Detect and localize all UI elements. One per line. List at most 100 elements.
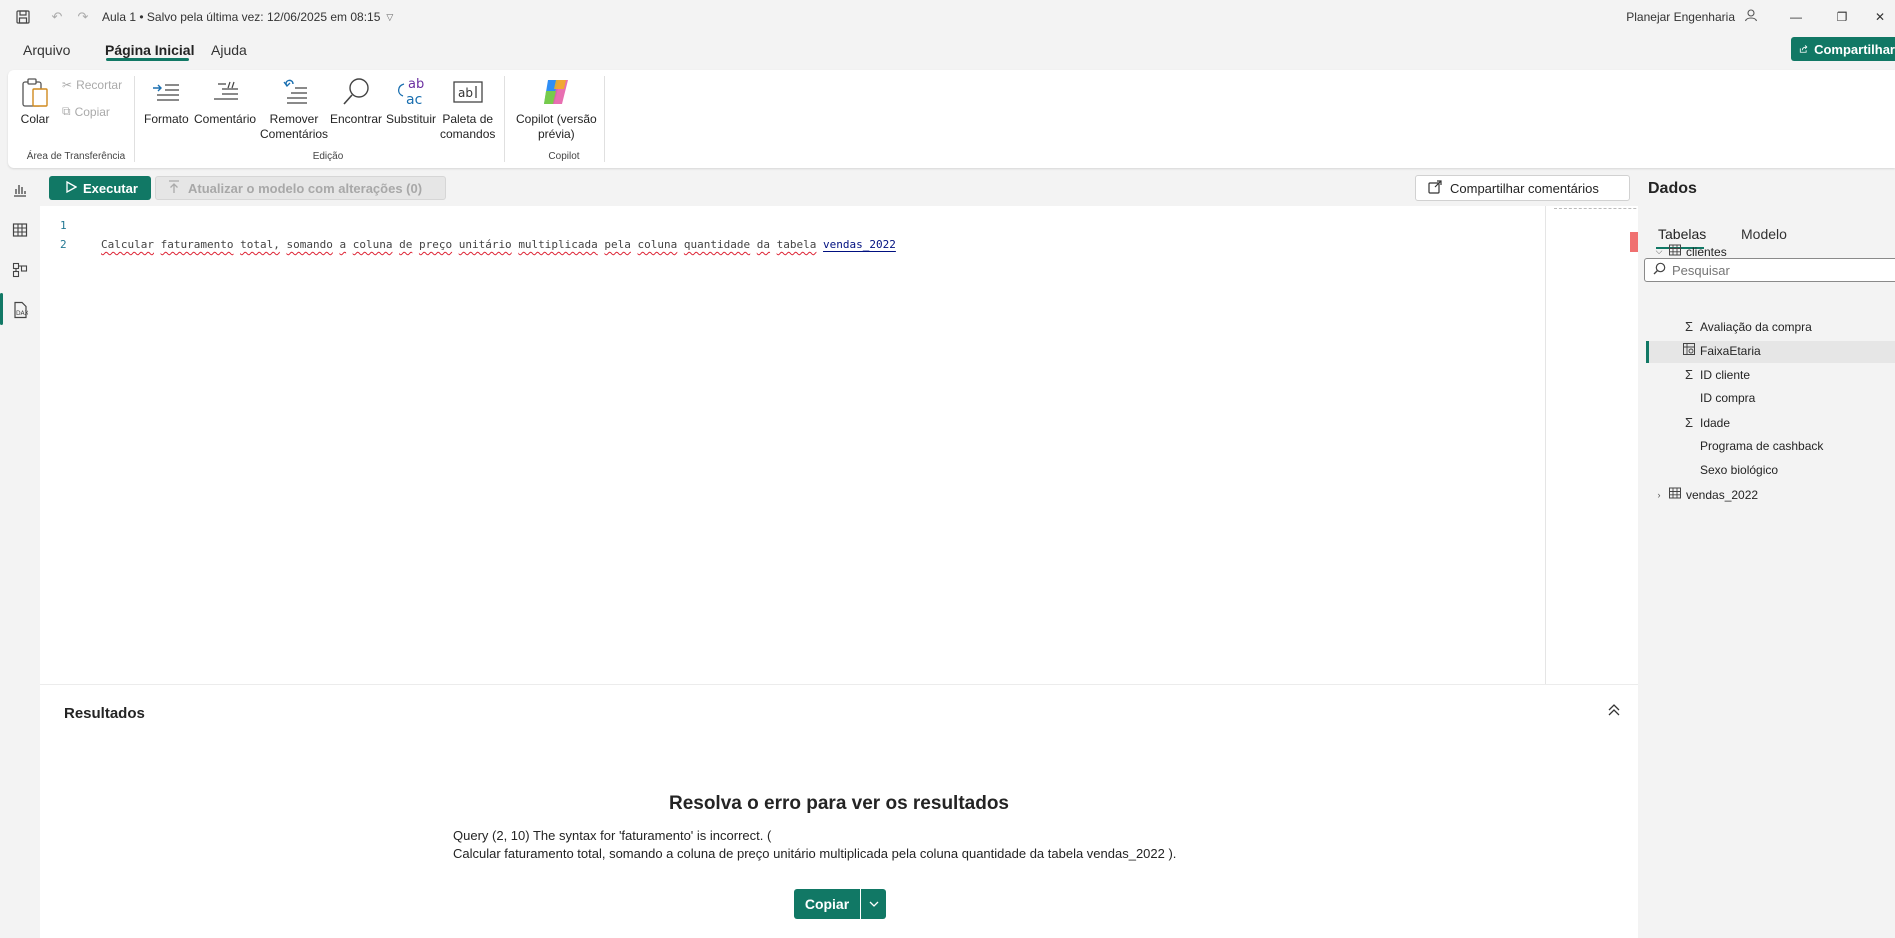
find-label: Encontrar (330, 112, 383, 126)
chevron-down-icon[interactable]: ▽ (386, 12, 393, 23)
active-tab-indicator (106, 58, 189, 61)
tree-table-vendas-2022[interactable]: › vendas_2022 (1654, 487, 1758, 502)
active-view-indicator (0, 293, 3, 325)
svg-text:DAX: DAX (16, 310, 28, 317)
ribbon-divider (604, 76, 605, 162)
tree-label: Sexo biológico (1700, 463, 1779, 477)
copy-button[interactable]: Copiar (794, 889, 860, 919)
command-palette-label: Paleta de (442, 112, 494, 126)
code-token: preço (418, 238, 453, 251)
code-token: tabela (776, 238, 817, 251)
report-view-icon[interactable] (10, 180, 30, 200)
update-model-button[interactable]: Atualizar o modelo com alterações (0) (155, 176, 446, 200)
dax-query-view-icon[interactable]: DAX (10, 300, 30, 320)
run-button[interactable]: Executar (49, 176, 151, 200)
copilot-group-label: Copilot (548, 151, 580, 162)
code-token: quantidade (683, 238, 751, 251)
undo-icon[interactable]: ↶ (48, 8, 66, 26)
tree-field-sexo[interactable]: Sexo biológico (1700, 463, 1778, 477)
comment-icon (208, 76, 242, 108)
copilot-button[interactable]: Copilot (versão prévia) (516, 76, 597, 142)
svg-text:ac: ac (406, 92, 422, 108)
search-input[interactable]: Pesquisar (1644, 258, 1895, 282)
tree-label: ID cliente (1700, 367, 1751, 382)
code-token: multiplicada (518, 238, 598, 251)
remove-comments-icon (277, 76, 311, 108)
error-scroll-marker (1630, 232, 1638, 252)
tree-table-clientes-row[interactable]: ⌵ clientes (1654, 244, 1727, 259)
save-icon[interactable] (14, 8, 32, 26)
code-line[interactable]: Calcular faturamento total, somando a co… (101, 238, 896, 251)
chevron-down-icon[interactable] (860, 889, 886, 919)
remove-comments-button[interactable]: Remover Comentários (260, 76, 328, 142)
tree-field-cashback[interactable]: Programa de cashback (1700, 439, 1823, 453)
run-label: Executar (83, 180, 138, 196)
restore-icon[interactable]: ❐ (1819, 0, 1865, 34)
paste-button[interactable]: Colar (18, 76, 52, 127)
line-number: 2 (60, 238, 67, 251)
comment-button[interactable]: Comentário (194, 76, 256, 127)
copilot-label-2: prévia) (538, 127, 575, 141)
ribbon-divider (134, 76, 135, 162)
tab-modelo[interactable]: Modelo (1741, 226, 1787, 242)
user-avatar-icon[interactable] (1743, 7, 1759, 28)
copilot-icon (539, 76, 573, 108)
find-button[interactable]: Encontrar (330, 76, 382, 127)
editor-toolbar: Executar Atualizar o modelo com alteraçõ… (40, 172, 1638, 202)
tree-field-avaliacao[interactable]: Σ Avaliação da compra (1683, 319, 1812, 334)
collapse-icon[interactable] (1607, 703, 1621, 722)
play-icon (65, 180, 78, 196)
table-view-icon[interactable] (10, 220, 30, 240)
error-line: Calcular faturamento total, somando a co… (453, 846, 1177, 861)
copy-label: Copiar (74, 104, 110, 119)
tab-arquivo[interactable]: Arquivo (23, 42, 70, 58)
replace-icon: ab ac (394, 76, 428, 108)
cut-button[interactable]: ✂ Recortar (62, 78, 122, 92)
tree-field-faixaetaria[interactable]: FaixaEtaria (1683, 343, 1761, 358)
code-token: somando (286, 238, 333, 251)
table-icon (1669, 244, 1681, 259)
replace-button[interactable]: ab ac Substituir (386, 76, 436, 127)
redo-icon[interactable]: ↷ (74, 8, 92, 26)
tab-pagina-inicial[interactable]: Página Inicial (105, 42, 194, 58)
chevron-down-icon[interactable]: ⌵ (1654, 246, 1664, 257)
error-title: Resolva o erro para ver os resultados (668, 793, 1010, 814)
code-token: Calcular (101, 238, 154, 251)
tab-tabelas[interactable]: Tabelas (1658, 226, 1706, 242)
model-view-icon[interactable] (10, 260, 30, 280)
replace-label: Substituir (386, 112, 437, 126)
sigma-icon: Σ (1684, 367, 1694, 382)
code-token: da (756, 238, 771, 251)
paste-label: Colar (20, 112, 50, 126)
update-model-label: Atualizar o modelo com alterações (0) (188, 180, 423, 196)
tree-field-id-cliente[interactable]: Σ ID cliente (1683, 367, 1750, 382)
format-button[interactable]: Formato (144, 76, 189, 127)
tree-field-idade[interactable]: Σ Idade (1683, 415, 1730, 430)
tree-label: ID compra (1700, 391, 1756, 405)
data-pane-title: Dados (1648, 180, 1697, 197)
format-icon (149, 76, 183, 108)
tree-field-id-compra[interactable]: ID compra (1700, 391, 1755, 405)
tab-ajuda[interactable]: Ajuda (211, 42, 247, 58)
copilot-label: Copilot (versão (516, 112, 597, 126)
dax-editor[interactable]: 1 2 Calcular faturamento total, somando … (40, 206, 1666, 684)
close-icon[interactable]: ✕ (1865, 0, 1895, 34)
tree-label: clientes (1686, 244, 1727, 259)
remove-comments-label: Remover (269, 112, 319, 126)
copy-button[interactable]: ⧉ Copiar (62, 104, 110, 119)
error-line: Query (2, 10) The syntax for 'faturament… (453, 828, 772, 843)
tree-label: vendas_2022 (1686, 487, 1759, 502)
search-icon (1653, 262, 1666, 278)
tree-label: FaixaEtaria (1700, 343, 1761, 358)
share-button[interactable]: Compartilhar (1791, 37, 1895, 61)
sigma-icon: Σ (1684, 415, 1694, 430)
comment-label: Comentário (194, 112, 257, 126)
minimize-icon[interactable]: — (1773, 0, 1819, 34)
code-token: coluna (352, 238, 393, 251)
command-palette-button[interactable]: ab Paleta de comandos (440, 76, 495, 142)
share-comments-button[interactable]: Compartilhar comentários (1415, 175, 1630, 201)
workspace-name: Planejar Engenharia (1626, 10, 1735, 24)
chevron-right-icon[interactable]: › (1654, 490, 1664, 500)
svg-text:ab: ab (458, 86, 473, 100)
svg-text:ab: ab (408, 77, 424, 92)
